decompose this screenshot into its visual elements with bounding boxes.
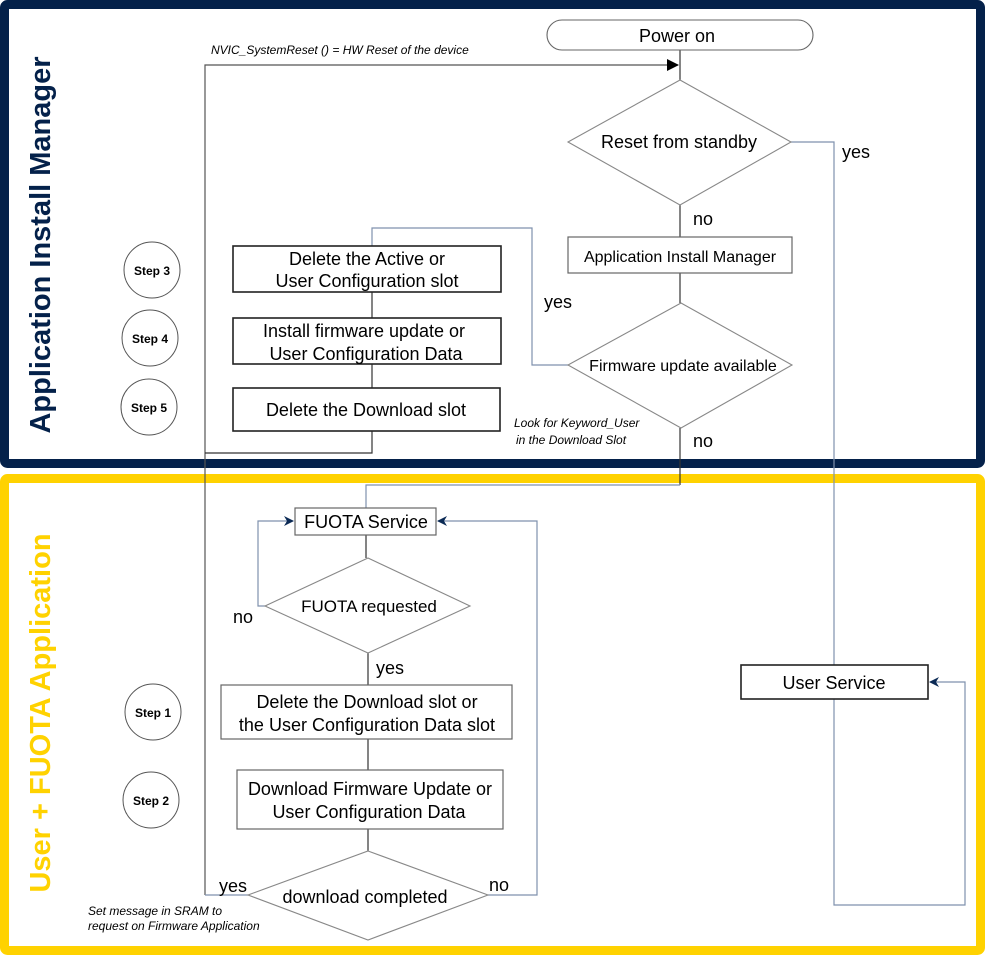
app-install-manager-box: Application Install Manager (567, 236, 793, 274)
delete-download-box: Delete the Download slot (232, 387, 501, 432)
edge-label-no: no (489, 875, 509, 895)
fuota-requested-decision: FUOTA requested (263, 557, 472, 654)
step-1-marker: Step 1 (124, 683, 182, 741)
edge-label-no: no (693, 431, 713, 451)
download-firmware-box: Download Firmware Update or User Configu… (236, 769, 504, 830)
sram-note-line2: request on Firmware Application (88, 919, 260, 933)
delete-download-or-config-box: Delete the Download slot or the User Con… (220, 684, 513, 740)
keyword-note-line1: Look for Keyword_User (514, 416, 640, 430)
edge-label-yes: yes (376, 658, 404, 678)
svg-text:Step 5: Step 5 (131, 401, 167, 415)
edge-label-no: no (233, 607, 253, 627)
step-3-marker: Step 3 (123, 241, 181, 299)
power-on-label: Power on (639, 26, 715, 46)
download-firmware-line1: Download Firmware Update or (248, 779, 492, 799)
fuota-requested-label: FUOTA requested (301, 597, 437, 616)
install-firmware-box: Install firmware update or User Configur… (232, 317, 502, 365)
delete-active-line1: Delete the Active or (289, 249, 445, 269)
firmware-update-available-decision: Firmware update available (566, 302, 794, 429)
delete-download-label: Delete the Download slot (266, 400, 466, 420)
reset-from-standby-decision: Reset from standby (566, 79, 793, 206)
svg-text:Step 2: Step 2 (133, 794, 169, 808)
user-service-label: User Service (782, 673, 885, 693)
install-firmware-line1: Install firmware update or (263, 321, 465, 341)
app-install-manager-label: Application Install Manager (584, 249, 777, 266)
power-on-terminal: Power on (546, 19, 814, 51)
install-firmware-line2: User Configuration Data (269, 344, 463, 364)
edge-label-yes: yes (219, 876, 247, 896)
step-2-marker: Step 2 (122, 771, 180, 829)
svg-text:Step 3: Step 3 (134, 264, 170, 278)
fuota-service-box: FUOTA Service (294, 507, 437, 536)
step-5-marker: Step 5 (120, 378, 178, 436)
download-firmware-line2: User Configuration Data (272, 802, 466, 822)
download-completed-label: download completed (282, 887, 447, 907)
edge-label-yes: yes (842, 142, 870, 162)
flowchart-canvas: Application Install Manager User + FUOTA… (0, 0, 1000, 955)
nvic-note: NVIC_SystemReset () = HW Reset of the de… (211, 43, 469, 57)
fuota-service-label: FUOTA Service (304, 512, 428, 532)
firmware-update-available-label: Firmware update available (589, 358, 777, 375)
delete-active-box: Delete the Active or User Configuration … (232, 245, 502, 293)
user-service-box: User Service (740, 664, 929, 700)
edge-label-no: no (693, 209, 713, 229)
flowchart: Application Install Manager User + FUOTA… (0, 0, 985, 955)
svg-text:Step 4: Step 4 (132, 332, 168, 346)
delete-download-or-config-line2: the User Configuration Data slot (239, 715, 495, 735)
delete-active-line2: User Configuration slot (275, 271, 458, 291)
svg-text:Step 1: Step 1 (135, 706, 171, 720)
delete-download-or-config-line1: Delete the Download slot or (256, 692, 477, 712)
keyword-note-line2: in the Download Slot (516, 433, 627, 447)
reset-from-standby-label: Reset from standby (601, 132, 757, 152)
sram-note-line1: Set message in SRAM to (88, 904, 222, 918)
lane-title-install-manager: Application Install Manager (25, 56, 57, 433)
download-completed-decision: download completed (246, 850, 490, 941)
lane-title-fuota: User + FUOTA Application (25, 533, 57, 892)
edge-label-yes: yes (544, 292, 572, 312)
step-4-marker: Step 4 (121, 309, 179, 367)
